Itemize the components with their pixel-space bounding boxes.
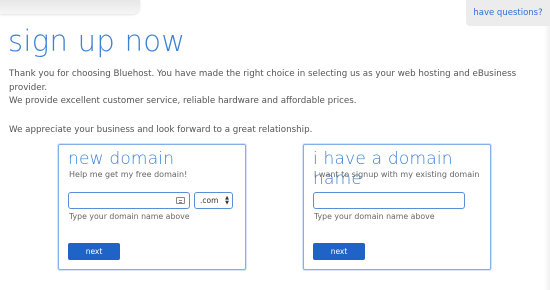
intro-line-1: Thank you for choosing Bluehost. You hav… (9, 69, 517, 93)
new-domain-input[interactable] (68, 192, 190, 209)
tld-select[interactable]: .com ▲ ▼ (194, 192, 233, 209)
intro-line-3: We appreciate your business and look for… (9, 124, 313, 135)
existing-domain-input[interactable] (313, 192, 465, 209)
new-domain-card: new domain Help me get my free domain! .… (58, 144, 246, 270)
page-title: sign up now (8, 24, 186, 58)
new-domain-next-button[interactable]: next (68, 243, 120, 260)
select-arrows-icon: ▲ ▼ (225, 195, 229, 206)
existing-domain-card: i have a domain name I want to signup wi… (303, 144, 491, 270)
have-questions-tab[interactable]: have questions? (466, 0, 550, 26)
tld-selected-value: .com (200, 196, 219, 205)
existing-domain-title: i have a domain name (313, 149, 453, 189)
new-domain-subtitle: Help me get my free domain! (69, 170, 188, 179)
new-domain-title: new domain (68, 149, 175, 169)
intro-line-2: We provide excellent customer service, r… (9, 96, 357, 106)
new-domain-hint: Type your domain name above (69, 212, 190, 221)
existing-domain-hint: Type your domain name above (314, 212, 435, 221)
page-edge-shadow (544, 26, 550, 290)
existing-domain-subtitle: I want to signup with my existing domain (314, 170, 480, 179)
top-tab-decoration (0, 0, 140, 14)
existing-domain-next-button[interactable]: next (313, 243, 365, 260)
intro-text: Thank you for choosing Bluehost. You hav… (9, 68, 544, 137)
contact-card-icon (176, 197, 185, 204)
